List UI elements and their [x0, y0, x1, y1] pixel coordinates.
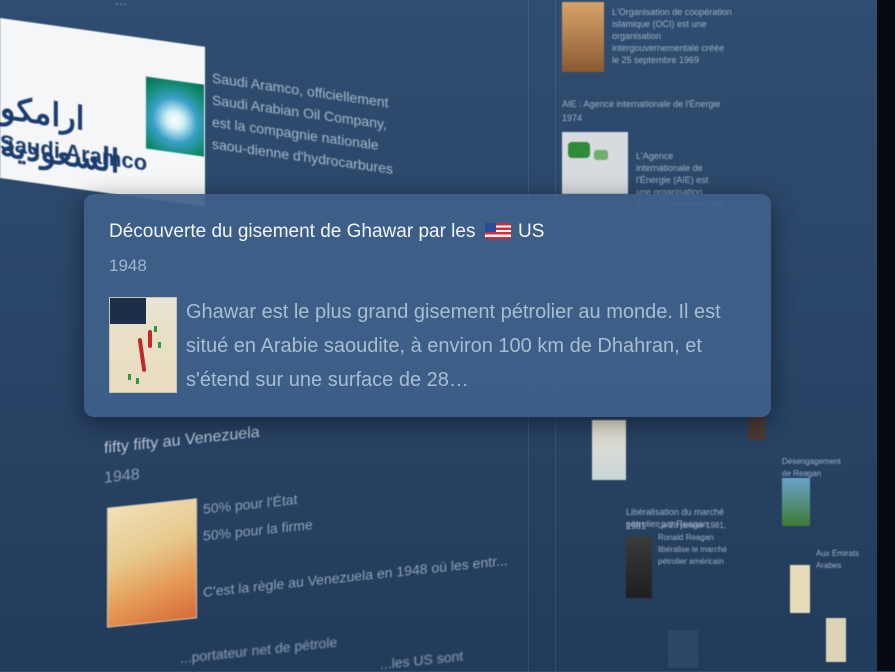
right-item-title: AIE : Agence internationale de l'Énergie [562, 99, 721, 109]
venezuela-year: 1948 [104, 466, 140, 487]
map-thumbnail-small [790, 565, 810, 613]
venezuela-line: C'est la règle au Venezuela en 1948 où l… [203, 551, 508, 601]
aramco-description: Saudi Aramco, officiellement Saudi Arabi… [212, 69, 393, 178]
event-title-suffix: US [518, 221, 545, 242]
map-thumbnail [592, 420, 626, 480]
venezuela-line: 50% pour la firme [203, 516, 313, 544]
event-title-text: Découverte du gisement de Ghawar par les [109, 221, 476, 242]
bottom-title: ...portateur net de pétrole [180, 633, 338, 667]
event-card[interactable]: Découverte du gisement de Ghawar par les… [84, 194, 771, 417]
us-flag-icon [484, 223, 511, 239]
right-item-year: 1974 [562, 113, 583, 123]
faint-header-text: ... [115, 0, 127, 8]
bottom-text: ...les US sont [380, 647, 464, 672]
landscape-thumbnail [782, 478, 810, 526]
venezuela-title: fifty fifty au Venezuela [104, 423, 260, 458]
event-description: Ghawar est le plus grand gisement pétrol… [186, 301, 721, 391]
reagan-portrait [626, 536, 652, 598]
aramco-logo: ارامكو السعودية Saudi Aramco [0, 18, 205, 207]
right-item-text: L'Organisation de coopération islamique … [612, 7, 732, 65]
venezuela-map-thumbnail [107, 498, 197, 628]
event-title: Découverte du gisement de Ghawar par les… [109, 221, 544, 243]
mosque-thumbnail [562, 2, 604, 72]
map-thumbnail-small [826, 618, 846, 662]
map-thumbnail-dark [668, 630, 698, 668]
screen-edge [877, 0, 895, 671]
right-item-title: Désengagement de Reagan [782, 457, 841, 478]
right-item-text: Le 28 janvier 1981, Ronald Reagan libéra… [658, 521, 727, 566]
ghawar-map-thumbnail[interactable] [109, 297, 177, 393]
right-item-text: Aux Émirats Arabes [816, 549, 860, 570]
event-year: 1948 [109, 256, 147, 275]
venezuela-line: 50% pour l'État [203, 491, 298, 517]
right-item-year: 1981 [626, 521, 647, 531]
world-map-thumbnail [562, 132, 628, 194]
aramco-star-icon [146, 76, 204, 157]
